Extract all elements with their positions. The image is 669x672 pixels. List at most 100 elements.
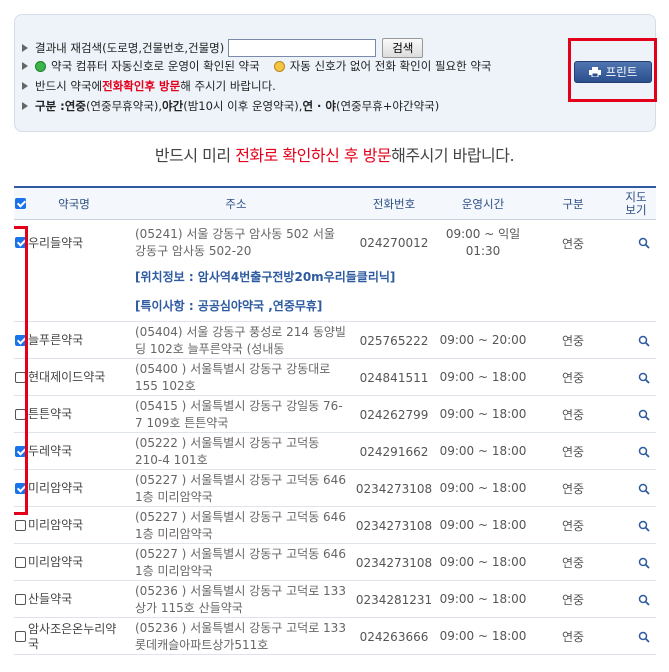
- type-cell: 연중: [561, 630, 585, 644]
- address-line2: 7 109호 튼튼약국: [135, 416, 229, 430]
- hours-line1: 09:00 ~ 18:00: [439, 444, 527, 458]
- address-line2: 1층 미리암약국: [135, 564, 213, 578]
- hours-line1: 09:00 ~ 18:00: [439, 518, 527, 532]
- map-button[interactable]: [616, 507, 669, 544]
- pharmacy-name-cell: 튼튼약국: [28, 396, 120, 433]
- hours-line1: 09:00 ~ 18:00: [439, 629, 527, 643]
- address-line1: (05400 ) 서울특별시 강동구 강동대로: [135, 362, 331, 376]
- green-dot-icon: [35, 60, 46, 72]
- pharmacy-name-cell: 미리암약국: [28, 544, 120, 581]
- type-cell: 연중: [561, 408, 585, 422]
- magnifier-icon: [638, 335, 650, 347]
- type-cell: 연중: [561, 593, 585, 607]
- table-row: 두레약국 (05222 ) 서울특별시 강동구 고덕동 210-4 101호 0242…: [14, 433, 656, 470]
- header-type: 구분: [562, 196, 584, 211]
- phone-cell: 025765222: [359, 333, 429, 348]
- magnifier-icon: [638, 594, 650, 606]
- hours-cell: 09:00 ~ 18:00: [436, 359, 530, 396]
- notice-suffix: 해주시기 바랍니다.: [391, 146, 515, 165]
- address-line2: 롯데캐슬아파트상가511호: [135, 638, 269, 652]
- map-button[interactable]: [616, 581, 669, 618]
- header-map: 지도 보기: [616, 188, 656, 220]
- map-button[interactable]: [616, 544, 669, 581]
- magnifier-icon: [638, 631, 650, 643]
- hours-line1: 09:00 ~ 18:00: [439, 592, 527, 606]
- hours-line2: 01:30: [465, 244, 501, 258]
- search-row: 결과내 재검색(도로명,건물번호,건물명) 검색: [22, 38, 424, 58]
- special-info: [특이사항 : 공공심야약국 ,연중무휴]: [135, 299, 323, 313]
- hours-line1: 09:00 ~ 18:00: [439, 370, 527, 384]
- magnifier-icon: [638, 237, 650, 249]
- map-button[interactable]: [616, 359, 669, 396]
- select-all-checkbox[interactable]: [15, 198, 26, 209]
- address-line2: 155 102호: [135, 379, 196, 393]
- pharmacy-name-cell: 미리암약국: [28, 470, 120, 507]
- pharmacy-name: 현대제이드약국: [28, 370, 106, 384]
- phone-cell: 024291662: [359, 444, 429, 459]
- row-checkbox[interactable]: [15, 594, 26, 605]
- phone-cell: 024270012: [359, 236, 429, 250]
- search-button[interactable]: 검색: [382, 38, 424, 58]
- category-a-bold: 연중: [64, 99, 86, 113]
- legend-green-text: 약국 컴퓨터 자동신호로 운영이 확인된 약국: [51, 59, 260, 73]
- pharmacy-name-cell: 우리들약국: [28, 220, 120, 266]
- address-cell: (05241) 서울 강동구 암사동 502 서울강동구 암사동 502-20: [135, 226, 355, 260]
- category-b-bold: 야간: [162, 99, 184, 113]
- address-line1: (05227 ) 서울특별시 강동구 고덕동 646: [135, 547, 346, 561]
- notice-highlight: 전화로 확인하신 후 방문: [235, 146, 392, 165]
- hours-cell: 09:00 ~ 20:00: [436, 322, 530, 359]
- map-button[interactable]: [616, 396, 669, 433]
- address-line2: 강동구 암사동 502-20: [135, 244, 252, 258]
- pharmacy-name: 미리암약국: [28, 555, 84, 569]
- hours-line1: 09:00 ~ 익일: [445, 227, 521, 241]
- hours-cell: 09:00 ~ 익일 01:30: [436, 220, 530, 266]
- hours-cell: 09:00 ~ 18:00: [436, 433, 530, 470]
- category-b-rest: (밤10시 이후 운영약국),: [183, 99, 303, 113]
- map-button[interactable]: [616, 220, 669, 266]
- search-label: 결과내 재검색(도로명,건물번호,건물명): [35, 41, 225, 55]
- yellow-dot-icon: [273, 60, 285, 72]
- legend-row: 약국 컴퓨터 자동신호로 운영이 확인된 약국 자동 신호가 없어 전화 확인이…: [22, 58, 492, 74]
- category-note-row: 구분 : 연중 (연중무휴약국), 야간 (밤10시 이후 운영약국), 연 ·…: [22, 98, 439, 114]
- bullet-triangle-icon: [22, 62, 28, 70]
- table-row: 현대제이드약국 (05400 ) 서울특별시 강동구 강동대로 155 102호 02…: [14, 359, 656, 396]
- table-row: 우리들약국 (05241) 서울 강동구 암사동 502 서울강동구 암사동 50…: [14, 220, 656, 322]
- row-checkbox[interactable]: [15, 520, 26, 531]
- table-header: 약국명 주소 전화번호 운영시간 구분 지도 보기: [14, 186, 656, 220]
- map-button[interactable]: [616, 433, 669, 470]
- type-cell: 연중: [561, 236, 585, 251]
- row-checkbox[interactable]: [15, 631, 26, 642]
- hours-line1: 09:00 ~ 18:00: [439, 407, 527, 421]
- address-line2: 1층 미리암약국: [135, 527, 213, 541]
- legend-yellow-text: 자동 신호가 없어 전화 확인이 필요한 약국: [289, 59, 492, 73]
- checkbox-highlight-frame: [14, 226, 28, 515]
- address-cell: (05236 ) 서울특별시 강동구 고덕로 133 롯데캐슬아파트상가511호: [135, 620, 355, 654]
- address-line2: 딩 102호 늘푸른약국 (성내동: [135, 342, 285, 356]
- pharmacy-name-cell: 산들약국: [28, 581, 120, 618]
- address-line1: (05404) 서울 강동구 풍성로 214 동양빌: [135, 325, 346, 339]
- address-line1: (05241) 서울 강동구 암사동 502 서울: [135, 227, 335, 241]
- bullet-triangle-icon: [22, 102, 28, 110]
- hours-line1: 09:00 ~ 18:00: [439, 481, 527, 495]
- visit-note-prefix: 반드시 약국에: [35, 79, 103, 93]
- map-button[interactable]: [616, 322, 669, 359]
- header-map-line2: 보기: [625, 203, 647, 217]
- address-cell: (05404) 서울 강동구 풍성로 214 동양빌딩 102호 늘푸른약국 (…: [135, 324, 355, 358]
- header-phone: 전화번호: [372, 196, 416, 211]
- pharmacy-name: 미리암약국: [28, 481, 84, 495]
- printer-icon: [588, 67, 601, 77]
- hours-line1: 09:00 ~ 20:00: [439, 333, 527, 347]
- pharmacy-name: 두레약국: [28, 444, 73, 458]
- phone-cell: 0234273108: [355, 518, 433, 533]
- map-button[interactable]: [616, 470, 669, 507]
- phone-cell: 024841511: [359, 370, 429, 385]
- magnifier-icon: [638, 483, 650, 495]
- map-button[interactable]: [616, 618, 669, 655]
- magnifier-icon: [638, 557, 650, 569]
- header-hours: 운영시간: [461, 196, 505, 211]
- print-button[interactable]: 프린트: [574, 61, 652, 83]
- visit-note-highlight: 전화확인후 방문: [102, 79, 181, 93]
- row-checkbox[interactable]: [15, 557, 26, 568]
- address-line1: (05227 ) 서울특별시 강동구 고덕동 646: [135, 510, 346, 524]
- search-input[interactable]: [228, 39, 377, 57]
